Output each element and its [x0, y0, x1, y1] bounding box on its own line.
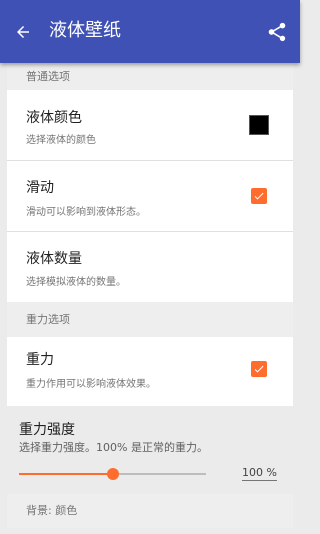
section-header-gravity: 重力选项 — [7, 302, 293, 337]
color-swatch[interactable] — [249, 115, 269, 135]
pref-gravity-strength[interactable]: 重力强度 选择重力强度。100% 是正常的重力。 100 % — [0, 406, 300, 494]
section-header-background-label: 背景: 颜色 — [26, 504, 78, 517]
section-header-background: 背景: 颜色 — [7, 494, 293, 528]
gravity-strength-slider-fill — [19, 473, 113, 475]
app-title: 液体壁纸 — [49, 20, 121, 41]
gravity-strength-slider-thumb[interactable] — [106, 468, 119, 480]
back-button[interactable] — [8, 17, 38, 47]
gravity-checkbox[interactable] — [251, 361, 267, 377]
share-button[interactable] — [262, 17, 292, 47]
pref-gravity[interactable]: 重力 重力作用可以影响液体效果。 — [7, 337, 293, 406]
pref-swipe-summary: 滑动可以影响到液体形态。 — [26, 207, 146, 218]
general-options-card: 液体颜色 选择液体的颜色 滑动 滑动可以影响到液体形态。 液体数量 选择模拟液体… — [7, 90, 293, 302]
checkmark-icon — [254, 365, 264, 373]
arrow-back-icon — [17, 26, 29, 38]
checkmark-icon — [254, 192, 264, 200]
pref-liquid-count-title: 液体数量 — [26, 251, 82, 267]
pref-swipe[interactable]: 滑动 滑动可以影响到液体形态。 — [7, 161, 293, 231]
gravity-strength-value: 100 % — [242, 466, 277, 481]
pref-liquid-count-summary: 选择模拟液体的数量。 — [26, 277, 126, 288]
swipe-checkbox[interactable] — [251, 188, 267, 204]
pref-swipe-title: 滑动 — [26, 180, 54, 196]
pref-liquid-color-title: 液体颜色 — [26, 110, 82, 126]
share-icon — [268, 22, 286, 42]
pref-gravity-strength-title: 重力强度 — [19, 422, 75, 438]
pref-gravity-summary: 重力作用可以影响液体效果。 — [26, 379, 156, 390]
pref-liquid-color[interactable]: 液体颜色 选择液体的颜色 — [7, 90, 293, 160]
app-bar: 液体壁纸 — [0, 0, 300, 63]
pref-liquid-color-summary: 选择液体的颜色 — [26, 135, 96, 146]
pref-gravity-title: 重力 — [26, 352, 54, 368]
pref-gravity-strength-summary: 选择重力强度。100% 是正常的重力。 — [19, 441, 208, 454]
pref-liquid-count[interactable]: 液体数量 选择模拟液体的数量。 — [7, 232, 293, 302]
gravity-strength-slider-track[interactable] — [19, 468, 206, 480]
section-header-general-label: 普通选项 — [26, 70, 70, 83]
section-header-gravity-label: 重力选项 — [26, 313, 70, 326]
section-header-general: 普通选项 — [7, 63, 293, 90]
gravity-options-card: 重力 重力作用可以影响液体效果。 — [7, 337, 293, 406]
